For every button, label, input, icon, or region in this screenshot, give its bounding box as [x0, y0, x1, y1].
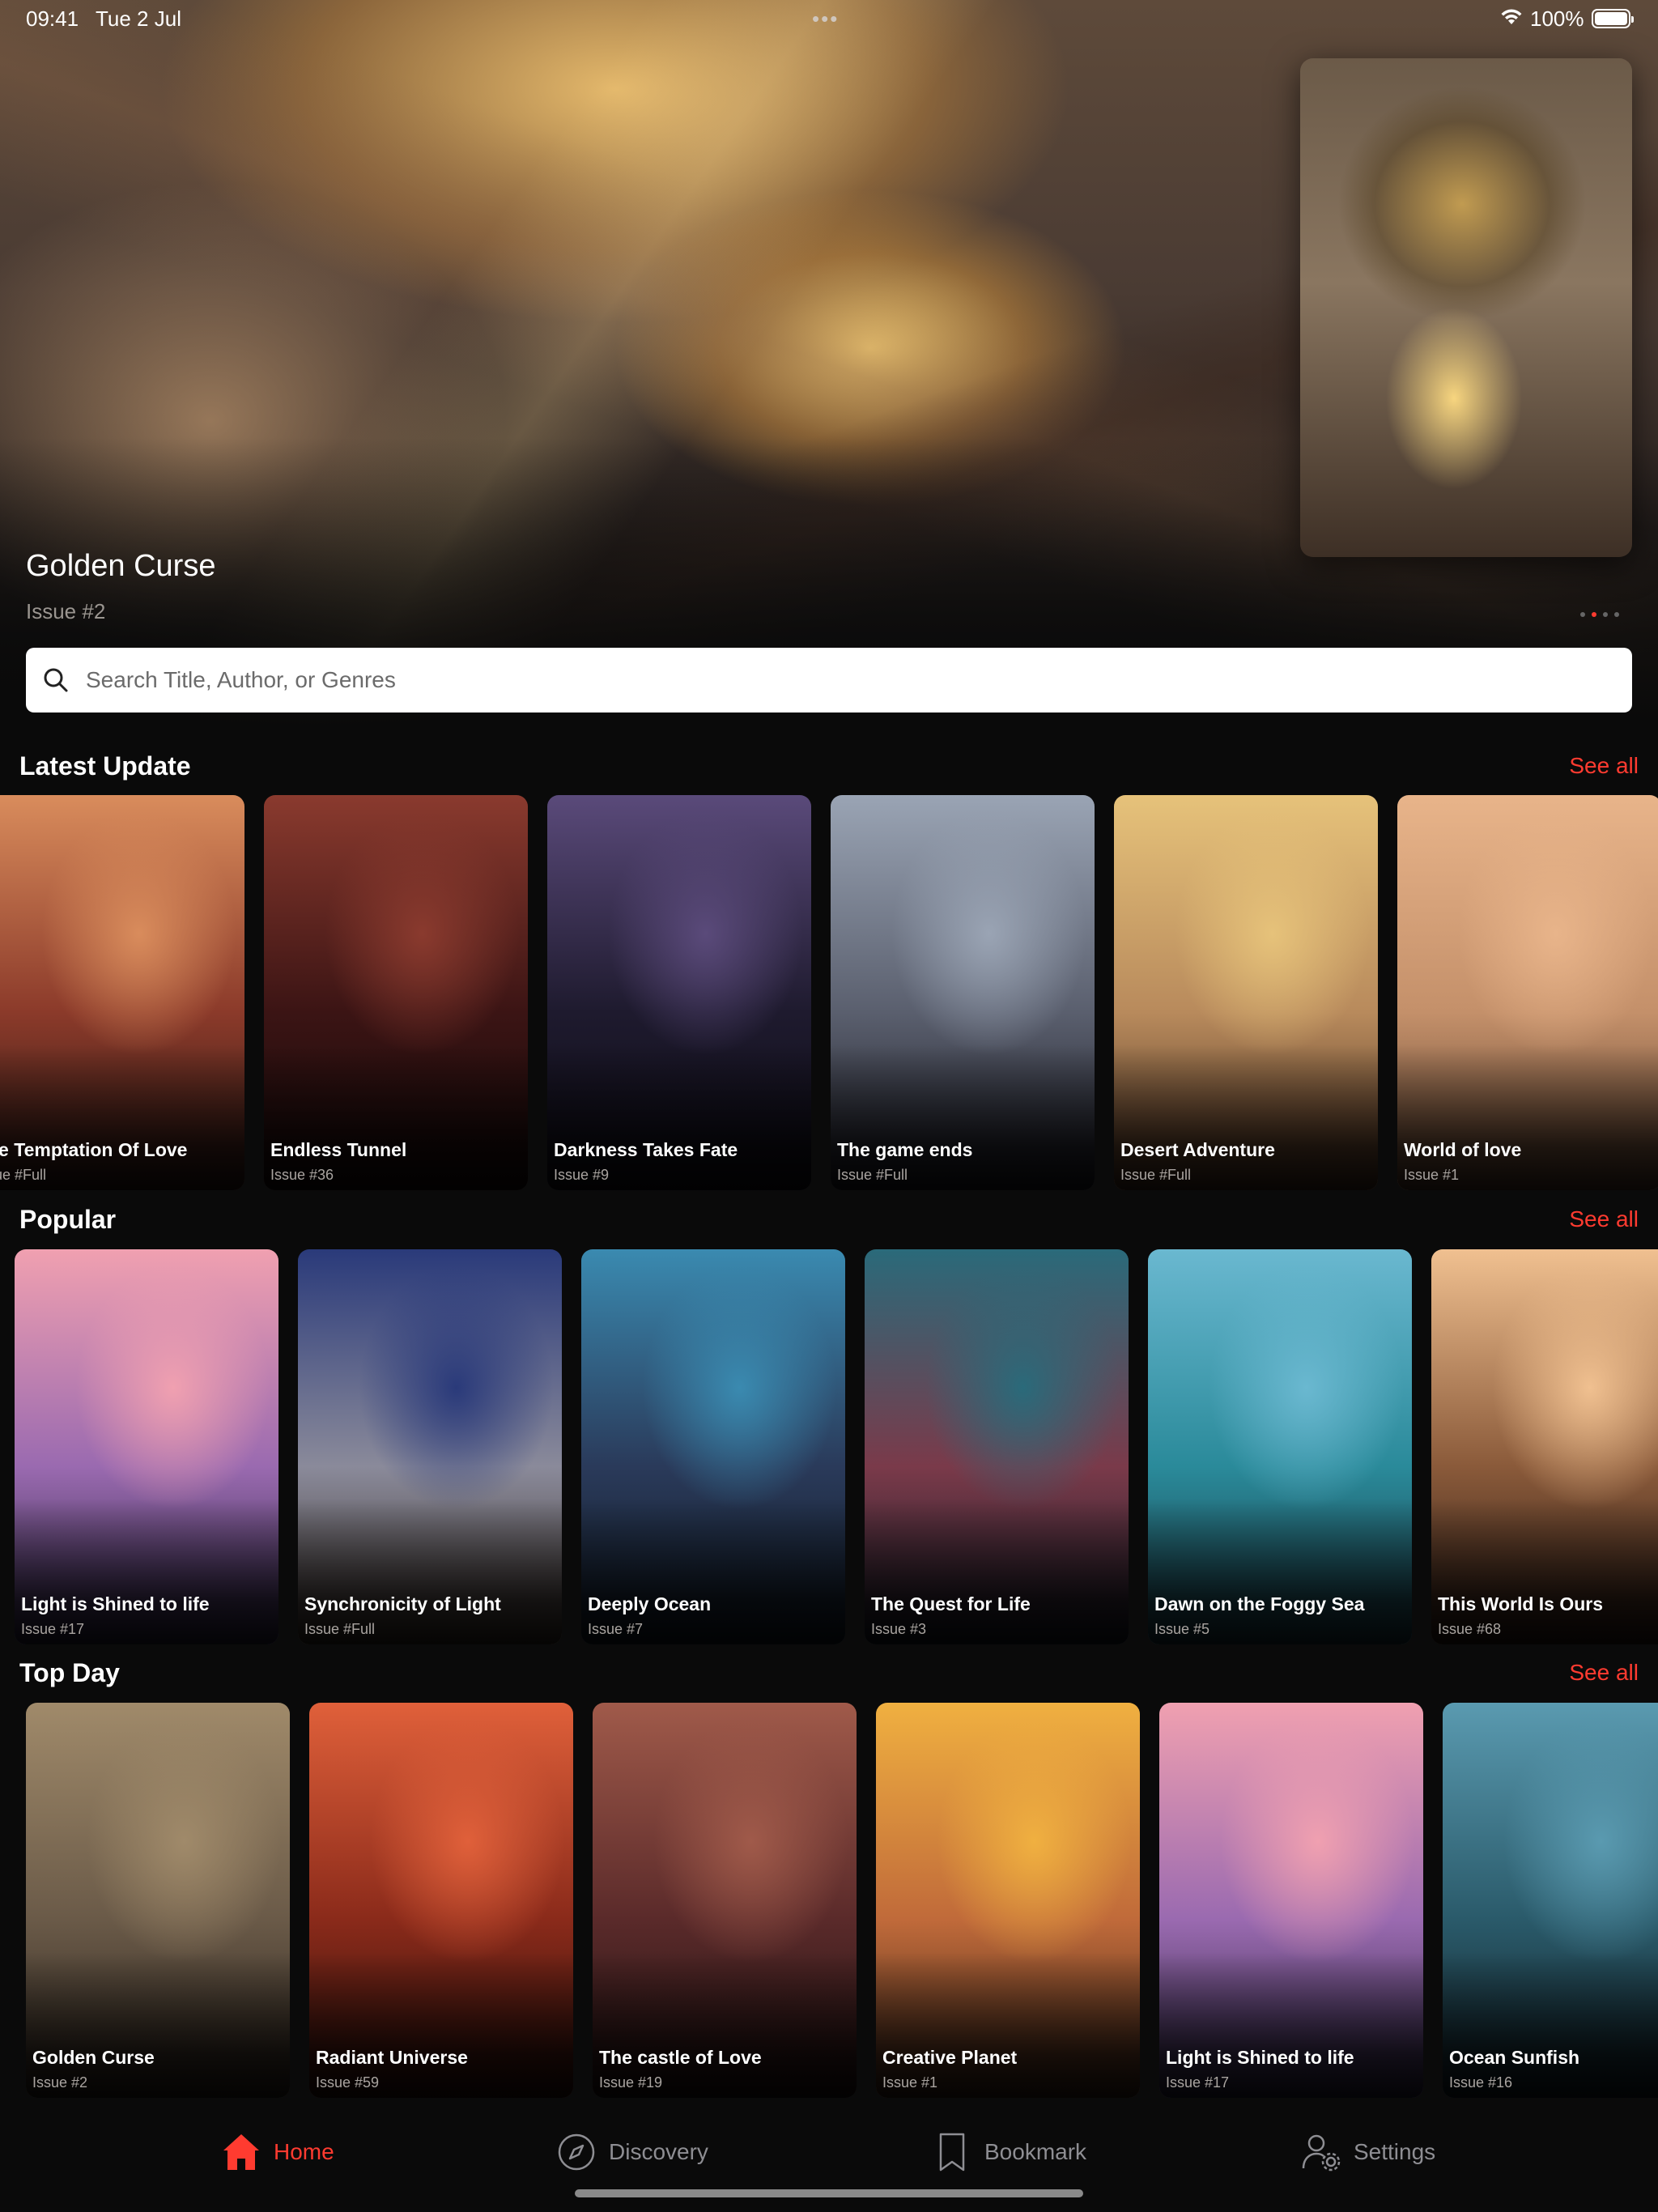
section-latest-update-header: Latest Update See all [19, 751, 1639, 787]
comic-card[interactable]: The castle of Love Issue #19 [593, 1703, 857, 2098]
comic-card[interactable]: Light is Shined to life Issue #17 [15, 1249, 278, 1644]
comic-title: The castle of Love [599, 2047, 762, 2068]
comic-title: Dawn on the Foggy Sea [1154, 1593, 1365, 1614]
comic-issue: Issue #19 [599, 2074, 663, 2091]
search-icon [44, 668, 68, 692]
comic-title: Deeply Ocean [588, 1593, 712, 1614]
comic-issue: sue #Full [0, 1167, 47, 1183]
comic-title: Synchronicity of Light [304, 1593, 501, 1614]
tab-settings-label: Settings [1354, 2139, 1436, 2164]
wifi-icon [1501, 9, 1522, 24]
comic-title: Radiant Universe [316, 2047, 468, 2068]
comic-title: Desert Adventure [1120, 1139, 1275, 1160]
comic-title: Creative Planet [882, 2047, 1018, 2068]
bookmark-icon [939, 2133, 965, 2172]
comic-issue: Issue #Full [304, 1621, 376, 1637]
comic-issue: Issue #1 [1404, 1167, 1460, 1183]
section-title: Top Day [19, 1658, 120, 1687]
compass-icon [558, 2133, 595, 2171]
comic-title: he Temptation Of Love [0, 1139, 188, 1160]
comic-card[interactable]: This World Is Ours Issue #68 [1431, 1249, 1658, 1644]
comic-card[interactable]: Ocean Sunfish Issue #16 [1443, 1703, 1658, 2098]
comic-title: The Quest for Life [871, 1593, 1031, 1614]
comic-title: Endless Tunnel [270, 1139, 407, 1160]
status-bar: 09:41 Tue 2 Jul ••• 100% [0, 0, 1658, 39]
comic-title: Light is Shined to life [21, 1593, 210, 1614]
comic-issue: Issue #17 [1166, 2074, 1230, 2091]
hero-issue: Issue #2 [26, 599, 106, 623]
section-title: Popular [19, 1205, 117, 1234]
comic-issue: Issue #2 [32, 2074, 88, 2091]
popular-carousel[interactable]: Light is Shined to life Issue #17 Synchron… [0, 1249, 1658, 1644]
page-dot[interactable] [1580, 612, 1585, 617]
comic-title: The game ends [837, 1139, 973, 1160]
tab-home-label: Home [274, 2139, 334, 2164]
home-indicator [575, 2189, 1083, 2197]
battery-percent: 100% [1530, 6, 1584, 31]
see-all-link[interactable]: See all [1569, 753, 1639, 779]
comic-card[interactable]: Radiant Universe Issue #59 [309, 1703, 573, 2098]
comic-title: Light is Shined to life [1166, 2047, 1354, 2068]
multitasking-dots-icon[interactable]: ••• [812, 6, 839, 32]
comic-card[interactable]: Dawn on the Foggy Sea Issue #5 [1148, 1249, 1412, 1644]
comic-issue: Issue #9 [554, 1167, 610, 1183]
comic-card[interactable]: Light is Shined to life Issue #17 [1159, 1703, 1423, 2098]
status-time: 09:41 [26, 6, 79, 31]
comic-issue: Issue #5 [1154, 1621, 1210, 1637]
hero-page-indicator[interactable] [1580, 612, 1619, 617]
hero-title[interactable]: Golden Curse [26, 549, 215, 584]
page-dot[interactable] [1603, 612, 1608, 617]
comic-issue: Issue #68 [1438, 1621, 1502, 1637]
comic-card[interactable]: Endless Tunnel Issue #36 [264, 795, 528, 1190]
comic-card[interactable]: Darkness Takes Fate Issue #9 [547, 795, 811, 1190]
comic-card[interactable]: Creative Planet Issue #1 [876, 1703, 1140, 2098]
section-title: Latest Update [19, 751, 191, 781]
comic-title: This World Is Ours [1438, 1593, 1604, 1614]
comic-card[interactable]: The game ends Issue #Full [831, 795, 1095, 1190]
comic-issue: Issue #1 [882, 2074, 938, 2091]
top-day-carousel[interactable]: Golden Curse Issue #2 Radiant Universe Issu… [0, 1703, 1658, 2098]
see-all-link[interactable]: See all [1569, 1660, 1639, 1686]
hero-banner[interactable] [0, 0, 1658, 729]
comic-card[interactable]: World of love Issue #1 [1397, 795, 1658, 1190]
page-dot-active[interactable] [1592, 612, 1596, 617]
comic-issue: Issue #3 [871, 1621, 927, 1637]
battery-icon [1592, 9, 1634, 28]
search-bar[interactable] [26, 648, 1632, 713]
tab-bookmark-label: Bookmark [984, 2139, 1087, 2164]
comic-issue: Issue #36 [270, 1167, 334, 1183]
page-dot[interactable] [1614, 612, 1619, 617]
comic-card[interactable]: The Quest for Life Issue #3 [865, 1249, 1129, 1644]
comic-issue: Issue #Full [1120, 1167, 1192, 1183]
comic-card[interactable]: Golden Curse Issue #2 [26, 1703, 290, 2098]
tab-settings[interactable]: Settings [1300, 2129, 1435, 2175]
search-input[interactable] [86, 667, 1543, 693]
tab-discovery[interactable]: Discovery [555, 2129, 708, 2175]
hero-cover-image[interactable] [1300, 58, 1632, 557]
latest-update-carousel[interactable]: he Temptation Of Love sue #Full Endless Tu… [0, 795, 1658, 1190]
comic-title: World of love [1404, 1139, 1522, 1160]
comic-issue: Issue #59 [316, 2074, 380, 2091]
section-popular-header: Popular See all [19, 1205, 1639, 1240]
comic-title: Ocean Sunfish [1449, 2047, 1580, 2068]
tab-discovery-label: Discovery [609, 2139, 708, 2164]
section-top-day-header: Top Day See all [19, 1658, 1639, 1694]
comic-issue: Issue #16 [1449, 2074, 1513, 2091]
status-date: Tue 2 Jul [96, 6, 181, 31]
tab-bookmark[interactable]: Bookmark [931, 2129, 1086, 2175]
see-all-link[interactable]: See all [1569, 1206, 1639, 1232]
tab-home[interactable]: Home [220, 2129, 334, 2175]
comic-card[interactable]: he Temptation Of Love sue #Full [0, 795, 244, 1190]
comic-card[interactable]: Synchronicity of Light Issue #Full [298, 1249, 562, 1644]
comic-issue: Issue #17 [21, 1621, 85, 1637]
comic-card[interactable]: Deeply Ocean Issue #7 [581, 1249, 845, 1644]
comic-title: Darkness Takes Fate [554, 1139, 738, 1160]
comic-title: Golden Curse [32, 2047, 155, 2068]
settings-gear-icon [1302, 2134, 1341, 2172]
home-icon [223, 2134, 259, 2170]
comic-card[interactable]: Desert Adventure Issue #Full [1114, 795, 1378, 1190]
comic-issue: Issue #7 [588, 1621, 644, 1637]
comic-issue: Issue #Full [837, 1167, 908, 1183]
